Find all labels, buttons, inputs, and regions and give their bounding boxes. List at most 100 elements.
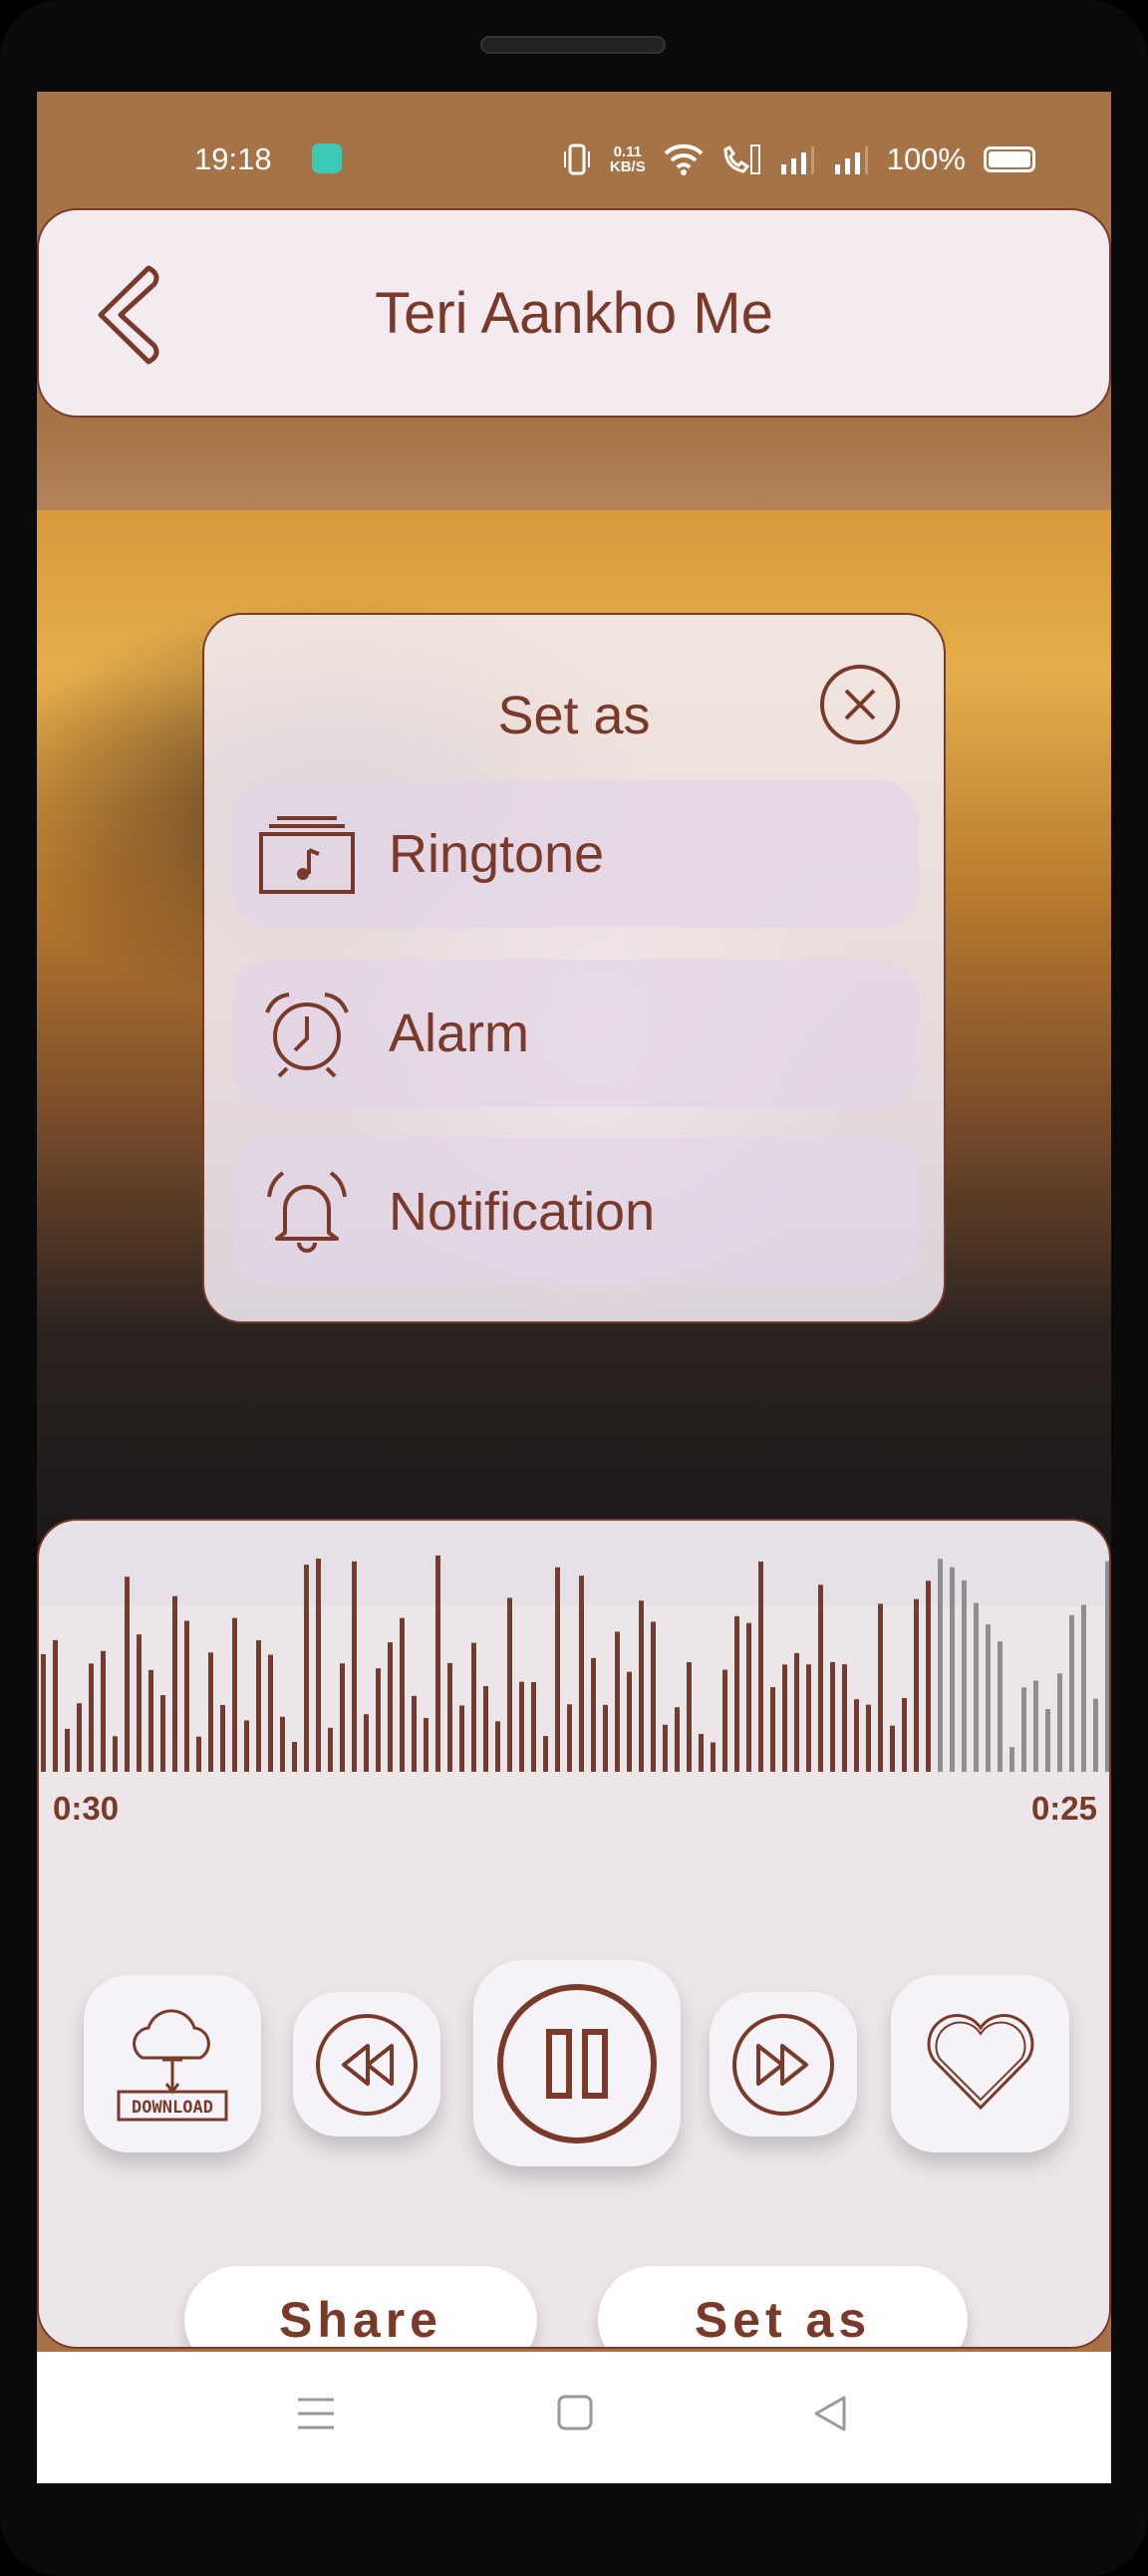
waveform-bar — [304, 1565, 309, 1772]
waveform-bar — [424, 1717, 429, 1772]
heart-icon — [927, 2014, 1033, 2111]
waveform-bar — [722, 1669, 727, 1772]
waveform-bar — [866, 1704, 871, 1772]
set-as-alarm[interactable]: Alarm — [232, 960, 919, 1107]
alarm-clock-icon — [265, 993, 349, 1078]
menu-nav-icon[interactable] — [296, 2394, 336, 2433]
waveform-bar — [1033, 1680, 1038, 1772]
waveform-bar — [160, 1695, 165, 1772]
waveform-bar — [579, 1575, 584, 1772]
waveform-bar — [794, 1652, 799, 1772]
share-button[interactable]: Share — [184, 2266, 537, 2347]
waveform-bar — [364, 1714, 369, 1772]
waveform-bar — [412, 1695, 417, 1772]
waveform-bar — [1057, 1673, 1062, 1772]
waveform-bar — [196, 1736, 201, 1772]
cloud-download-icon: DOWNLOAD — [117, 2009, 228, 2122]
waveform-bar — [113, 1736, 118, 1772]
fast-forward-icon — [732, 2013, 834, 2116]
waveform-bar — [567, 1704, 572, 1772]
waveform-bar — [172, 1595, 177, 1772]
battery-percent: 100% — [886, 142, 966, 176]
set-as-dialog: Set as Ringtone Alarm Notification — [202, 613, 946, 1323]
waveform-bar — [316, 1559, 321, 1772]
download-button[interactable]: DOWNLOAD — [84, 1975, 261, 2152]
waveform-bar — [770, 1687, 775, 1772]
notification-label: Notification — [389, 1182, 656, 1242]
net-speed-value: 0.11 — [613, 143, 642, 160]
waveform-bar — [818, 1584, 823, 1772]
speaker-grille — [480, 36, 666, 54]
waveform-bar — [459, 1705, 464, 1772]
set-as-button[interactable]: Set as — [598, 2266, 968, 2347]
waveform-bar — [435, 1555, 440, 1772]
waveform-bar — [471, 1642, 476, 1772]
song-title: Teri Aankho Me — [375, 281, 773, 346]
waveform-seekbar[interactable] — [39, 1541, 1111, 1790]
download-text: DOWNLOAD — [132, 2098, 213, 2118]
phone-frame: 19:18 0.11 KB/S 100% Teri Aankho Me Set a… — [0, 0, 1148, 2576]
waveform-bar — [328, 1727, 333, 1772]
ringtone-label: Ringtone — [389, 824, 605, 884]
waveform-bar — [280, 1716, 285, 1772]
waveform-bar — [938, 1559, 943, 1772]
waveform-bar — [746, 1622, 751, 1772]
waveform-bar — [806, 1664, 811, 1772]
waveform-bar — [1105, 1561, 1109, 1772]
waveform-bar — [1081, 1604, 1086, 1772]
waveform-bar — [65, 1728, 70, 1772]
waveform-bar — [184, 1620, 189, 1772]
waveform-bar — [208, 1652, 213, 1772]
waveform-bar — [950, 1567, 955, 1772]
waveform-bar — [1009, 1747, 1014, 1772]
waveform-bar — [388, 1641, 393, 1772]
waveform-bar — [962, 1579, 967, 1772]
waveform-bar — [998, 1641, 1003, 1772]
navigation-bar — [37, 2352, 1111, 2483]
waveform-bar — [902, 1697, 907, 1772]
waveform-bar — [125, 1576, 130, 1772]
elapsed-time: 0:30 — [53, 1790, 120, 1827]
waveform-bar — [220, 1704, 225, 1772]
waveform-bar — [651, 1621, 656, 1772]
waveform-bar — [137, 1634, 142, 1772]
favorite-button[interactable] — [891, 1975, 1069, 2152]
app-notification-icon — [312, 143, 342, 173]
waveform-bar — [340, 1663, 345, 1772]
pause-icon — [497, 1983, 657, 2144]
waveform-bar — [854, 1699, 859, 1772]
waveform-bar — [268, 1654, 273, 1772]
volte-call-icon — [723, 144, 760, 174]
waveform-bar — [555, 1567, 560, 1772]
waveform-bar — [519, 1681, 524, 1772]
waveform-bar — [782, 1664, 787, 1772]
waveform-bar — [101, 1650, 106, 1772]
waveform-bar — [495, 1721, 500, 1772]
set-as-ringtone[interactable]: Ringtone — [232, 780, 919, 928]
waveform-bar — [1069, 1614, 1074, 1772]
fast-forward-button[interactable] — [710, 1992, 857, 2137]
waveform-bar — [591, 1657, 596, 1772]
rewind-button[interactable] — [293, 1992, 440, 2137]
waveform-bar — [639, 1600, 644, 1772]
set-as-notification[interactable]: Notification — [232, 1138, 919, 1286]
waveform-bar — [758, 1561, 763, 1772]
waveform-bar — [376, 1668, 381, 1772]
home-nav-icon[interactable] — [556, 2394, 594, 2432]
net-speed: 0.11 KB/S — [610, 144, 646, 174]
status-time: 19:18 — [194, 142, 272, 176]
waveform-bar — [232, 1617, 237, 1772]
pause-button[interactable] — [473, 1960, 681, 2166]
player-panel: 0:30 0:25 DOWNLOAD Share Set as — [37, 1519, 1111, 2349]
waveform-bar — [531, 1681, 536, 1772]
back-nav-icon[interactable] — [810, 2394, 850, 2433]
close-icon[interactable] — [818, 663, 902, 746]
waveform-bar — [1021, 1687, 1026, 1772]
waveform-bar — [483, 1685, 488, 1772]
waveform-bar — [41, 1653, 46, 1772]
waveform-bar — [53, 1639, 58, 1772]
waveform-bar — [244, 1720, 249, 1772]
waveform-bar — [148, 1669, 153, 1772]
waveform-bar — [543, 1736, 548, 1772]
vibrate-icon — [563, 143, 590, 175]
